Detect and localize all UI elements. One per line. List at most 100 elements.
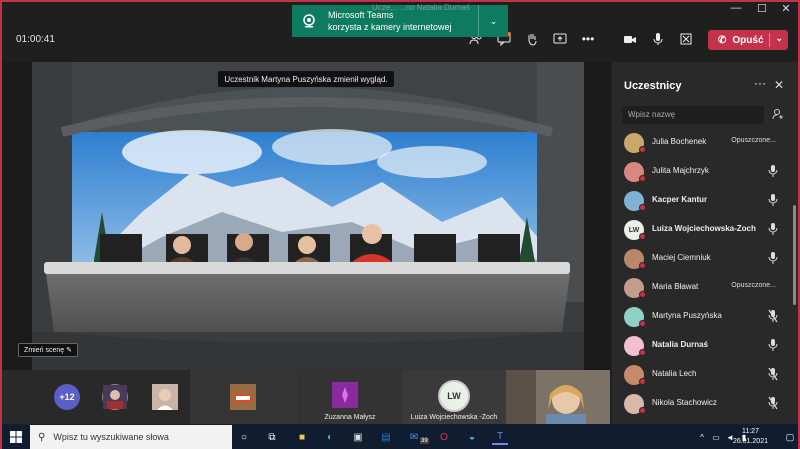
presence-badge (639, 262, 646, 269)
participant-row[interactable]: Maria Bławat Opuszczone... (612, 273, 798, 302)
appearance-change-notice: Uczestnik Martyna Puszyńska zmienił wygl… (218, 71, 394, 87)
presence-badge (639, 175, 646, 182)
avatar (230, 384, 256, 410)
video-tile[interactable] (190, 370, 298, 424)
together-mode-scene (32, 62, 584, 370)
microphone-icon[interactable] (768, 338, 778, 352)
video-tile[interactable]: LW Luiza Wojciechowska -Zoch (402, 370, 506, 424)
participant-name: Nikola Stachowicz (652, 398, 717, 407)
panel-scrollbar[interactable] (793, 205, 796, 305)
overflow-participants-badge[interactable]: +12 (54, 384, 80, 410)
close-window-button[interactable]: ✕ (776, 2, 796, 15)
change-scene-button[interactable]: Zmień scenę ✎ (18, 343, 78, 357)
webcam-icon (298, 10, 320, 32)
video-stage (2, 62, 610, 370)
maximize-button[interactable]: ☐ (752, 2, 772, 15)
presence-badge (639, 320, 646, 327)
more-options-icon[interactable]: ••• (578, 29, 598, 49)
panel-title: Uczestnicy (624, 80, 682, 92)
leave-label: Opuść (732, 34, 764, 46)
participant-row[interactable]: Martyna Puszyńska (612, 302, 798, 331)
panel-more-icon[interactable]: ··· (754, 76, 766, 90)
participant-name: Natalia Lech (652, 369, 697, 378)
taskbar-search-input[interactable]: ⚲ Wpisz tu wyszukiwane słowa (30, 425, 232, 449)
edge-new-icon[interactable]: ◒ (464, 429, 480, 445)
presence-badge (639, 349, 646, 356)
participant-name: Natalia Durnaś (652, 340, 709, 349)
microphone-icon[interactable] (648, 29, 668, 49)
participant-row[interactable]: Natalia Durnaś (612, 331, 798, 360)
system-clock[interactable]: 11:27 26.01.2021 (733, 427, 768, 447)
video-tile[interactable]: Zuzanna Małysz (298, 370, 402, 424)
toast-ghost-text: Ucze... ...no Natalia Durnaś (372, 3, 470, 12)
mail-badge: 39 (420, 438, 429, 444)
participant-name: Luiza Wojciechowska-Zoch (652, 224, 756, 233)
word-icon[interactable]: ▤ (378, 429, 394, 445)
task-view-icon[interactable]: ⧉ (264, 429, 280, 445)
avatar[interactable] (102, 384, 128, 410)
toast-expand-chevron-icon[interactable]: ⌄ (478, 5, 508, 37)
opera-icon[interactable]: O (436, 429, 452, 445)
participants-panel: Uczestnicy ··· ✕ Wpisz nazwę Julia Boche… (612, 62, 798, 424)
presence-badge (639, 378, 646, 385)
store-icon[interactable]: ▣ (350, 429, 366, 445)
participant-row[interactable]: Julita Majchrzyk (612, 157, 798, 186)
microphone-icon[interactable] (768, 222, 778, 236)
participant-status: Opuszczone... (731, 137, 776, 144)
change-scene-label: Zmień scenę (24, 346, 65, 354)
presence-badge (639, 233, 646, 240)
leave-options-chevron-icon[interactable]: ⌄ (775, 33, 783, 44)
taskbar-search-placeholder: Wpisz tu wyszukiwane słowa (53, 432, 169, 442)
phone-icon: ✆ (718, 34, 727, 46)
participant-row[interactable]: Julia Bochenek Opuszczone... (612, 128, 798, 157)
participant-search-input[interactable]: Wpisz nazwę (622, 106, 764, 124)
edge-icon[interactable]: ◐ (322, 429, 338, 445)
windows-taskbar: ⚲ Wpisz tu wyszukiwane słowa ○ ⧉ ■ ◐ ▣ ▤… (0, 425, 800, 449)
participant-name: Kacper Kantur (652, 195, 708, 204)
avatar (332, 382, 358, 408)
raise-hand-icon[interactable] (522, 29, 542, 49)
clock-date: 26.01.2021 (732, 438, 768, 445)
participant-row[interactable]: Natalia Lech (612, 360, 798, 389)
participant-name: Julita Majchrzyk (652, 166, 709, 175)
participant-status: Opuszczone... (731, 282, 776, 289)
windows-start-icon[interactable] (8, 429, 24, 445)
camera-icon[interactable] (620, 29, 640, 49)
self-video-tile[interactable] (506, 370, 610, 424)
mic-muted-icon[interactable] (768, 367, 778, 381)
microphone-icon[interactable] (768, 164, 778, 178)
presence-badge (639, 291, 646, 298)
call-timer: 01:00:41 (16, 34, 55, 45)
tile-name: Luiza Wojciechowska -Zoch (410, 414, 498, 421)
participant-row[interactable]: Nikola Stachowicz (612, 389, 798, 418)
leave-button[interactable]: ✆ Opuść ⌄ (708, 30, 788, 50)
notifications-icon[interactable]: ▢ (782, 429, 798, 445)
participant-row[interactable]: Kacper Kantur (612, 186, 798, 215)
microphone-icon[interactable] (768, 251, 778, 265)
avatar: LW (438, 380, 470, 412)
file-explorer-icon[interactable]: ■ (294, 429, 310, 445)
mic-muted-icon[interactable] (768, 309, 778, 323)
camera-toast[interactable]: Ucze... ...no Natalia Durnaś Microsoft T… (292, 3, 508, 37)
avatar[interactable] (152, 384, 178, 410)
toast-message: korzysta z kamery internetowej (328, 22, 452, 32)
clock-time: 11:27 (741, 428, 759, 435)
video-strip: +12 Zuzanna Małysz LW Luiza Wojciechowsk… (2, 370, 610, 424)
participant-name: Martyna Puszyńska (652, 311, 722, 320)
pencil-icon: ✎ (66, 347, 72, 354)
share-screen-icon[interactable] (550, 29, 570, 49)
search-icon: ⚲ (38, 431, 46, 443)
presence-badge (639, 146, 646, 153)
add-participant-icon[interactable] (772, 108, 784, 123)
tile-name: Zuzanna Małysz (324, 414, 376, 421)
mic-muted-icon[interactable] (768, 396, 778, 410)
participant-row[interactable]: Maciej Ciemniuk (612, 244, 798, 273)
microphone-icon[interactable] (768, 193, 778, 207)
participant-row[interactable]: LW Luiza Wojciechowska-Zoch (612, 215, 798, 244)
cortana-icon[interactable]: ○ (236, 429, 252, 445)
minimize-button[interactable]: — (726, 2, 746, 14)
presence-badge (639, 407, 646, 414)
panel-close-icon[interactable]: ✕ (774, 78, 784, 92)
share-tray-icon[interactable] (676, 29, 696, 49)
teams-icon[interactable]: T (492, 429, 508, 445)
